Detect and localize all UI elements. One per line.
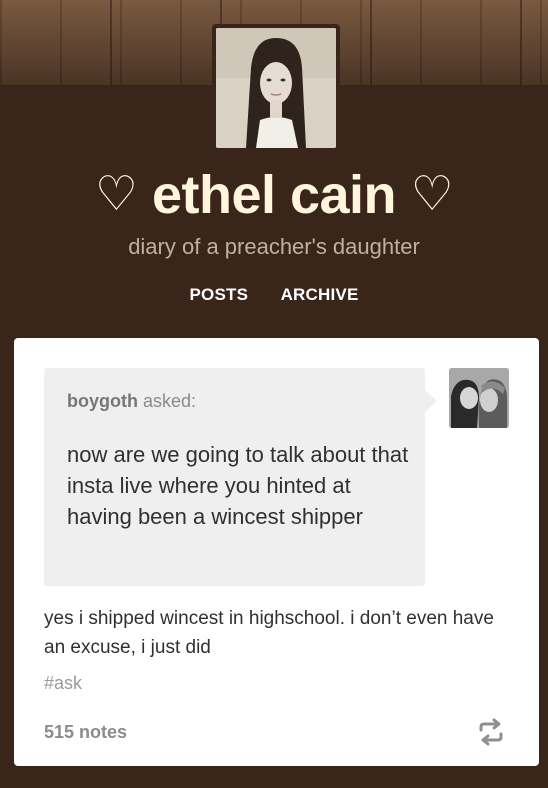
answer-text: yes i shipped wincest in highschool. i d… [44, 608, 494, 658]
reblog-icon[interactable] [476, 717, 506, 747]
heart-left-icon: ♡ [94, 168, 138, 221]
blog-page: ♡ ethel cain ♡ diary of a preacher's dau… [0, 0, 548, 788]
ask-post-card: boygoth asked: now are we going to talk … [14, 338, 539, 766]
heart-right-icon: ♡ [410, 168, 454, 221]
question-text: now are we going to talk about that inst… [67, 442, 409, 529]
asker-line: boygoth asked: [67, 391, 196, 412]
question-bubble: boygoth asked: now are we going to talk … [44, 368, 437, 586]
post-tag[interactable]: #ask [44, 673, 82, 694]
blog-title-text: ethel cain [151, 165, 397, 225]
blog-description: diary of a preacher's daughter [128, 234, 420, 259]
asker-name[interactable]: boygoth [67, 391, 138, 411]
notes-count[interactable]: 515 notes [44, 722, 127, 743]
avatar-photo [216, 28, 336, 148]
blog-title[interactable]: ♡ ethel cain ♡ [0, 160, 548, 230]
asker-avatar[interactable] [449, 368, 509, 428]
nav-posts-link[interactable]: POSTS [190, 285, 249, 304]
blog-nav: POSTS ARCHIVE [0, 285, 548, 305]
nav-archive-link[interactable]: ARCHIVE [281, 285, 359, 304]
blog-avatar[interactable] [212, 24, 340, 152]
asked-label: asked: [137, 391, 197, 411]
bubble-pointer [425, 390, 437, 412]
